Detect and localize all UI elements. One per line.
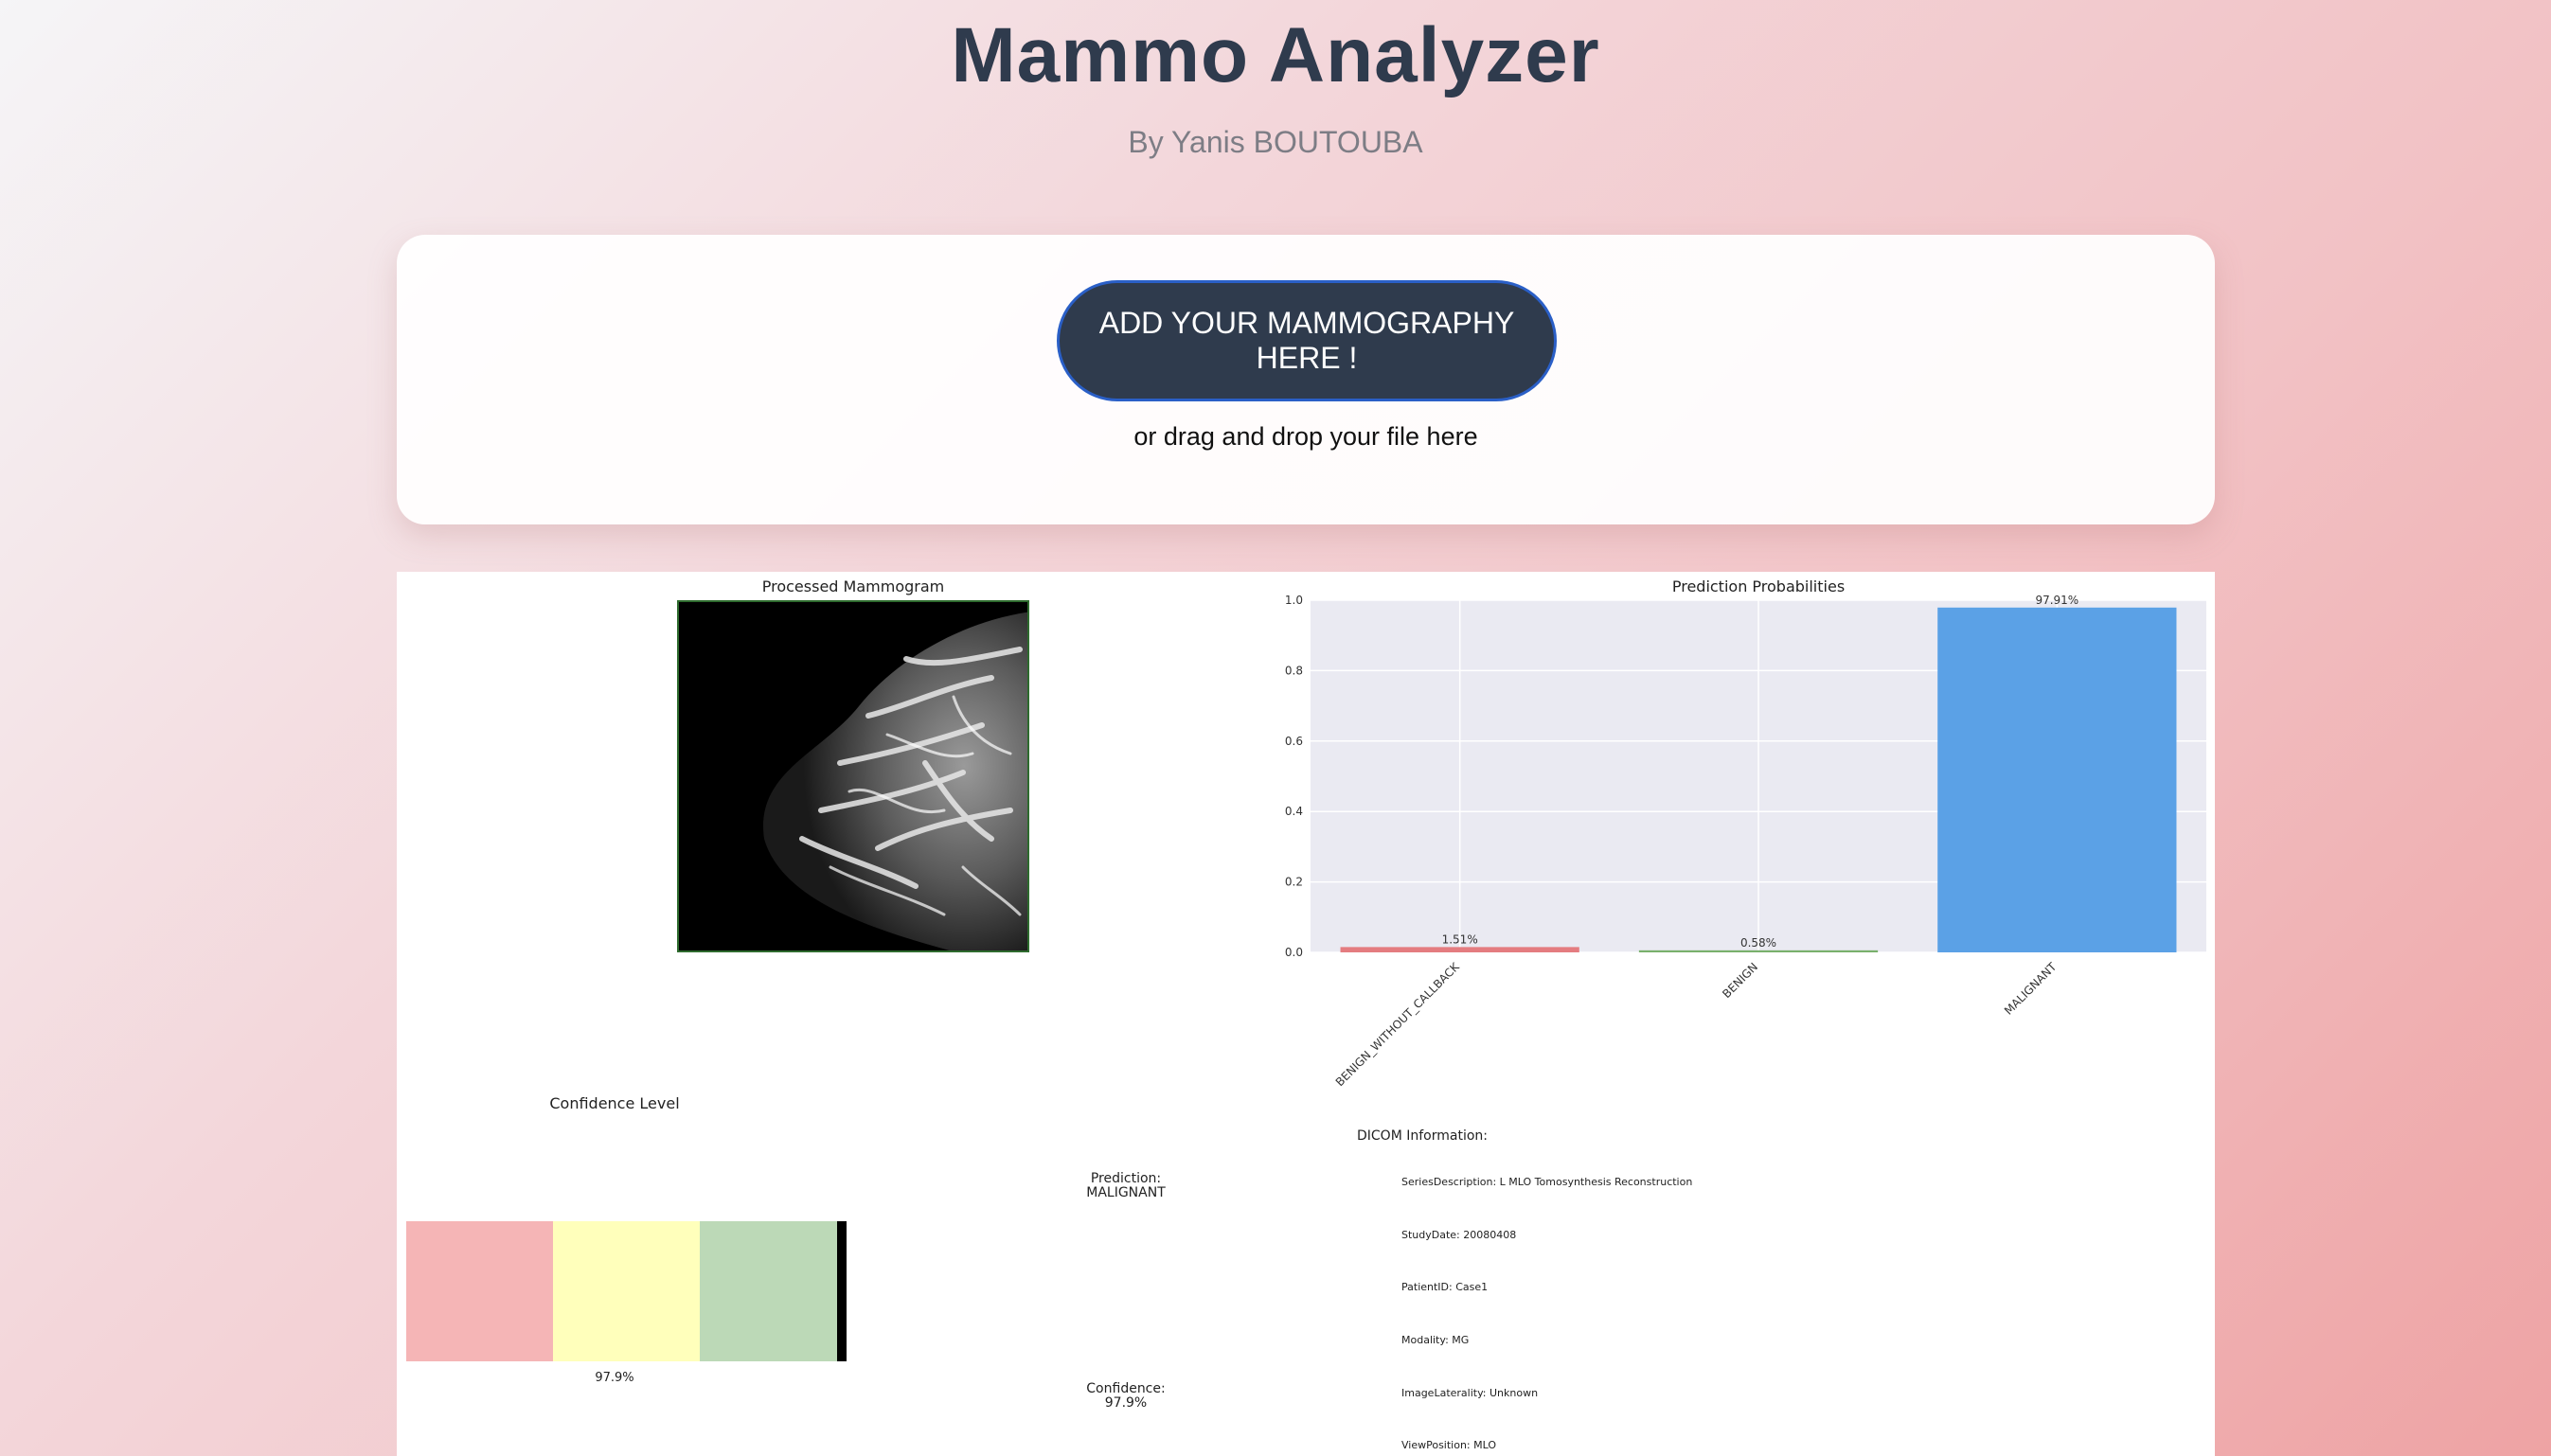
bar	[1340, 947, 1579, 952]
gauge-value-label: 97.9%	[595, 1371, 634, 1385]
y-tick-label: 0.2	[1285, 876, 1303, 889]
confidence-title: Confidence Level	[549, 1094, 680, 1112]
prediction-block: Prediction: MALIGNANT	[1041, 1172, 1211, 1200]
gauge-zone-medium	[553, 1221, 700, 1361]
gauge-marker	[837, 1221, 847, 1361]
confidence-label: Confidence:	[1086, 1381, 1166, 1396]
prediction-label: Prediction:	[1090, 1171, 1162, 1186]
confidence-value: 97.9%	[1104, 1395, 1148, 1411]
dicom-line: StudyDate: 20080408	[1401, 1229, 1517, 1241]
confidence-block: Confidence: 97.9%	[1041, 1382, 1211, 1411]
bar-data-label: 0.58%	[1740, 936, 1776, 950]
bar	[1937, 607, 2177, 952]
y-tick-label: 0.0	[1285, 946, 1303, 959]
bar	[1638, 950, 1879, 952]
dicom-line: ViewPosition: MLO	[1401, 1439, 1497, 1451]
bar-data-label: 97.91%	[2035, 594, 2078, 607]
dicom-line: SeriesDescription: L MLO Tomosynthesis R…	[1401, 1176, 1693, 1188]
app-subtitle: By Yanis BOUTOUBA	[1128, 125, 1423, 159]
bar-data-label: 1.51%	[1442, 932, 1478, 946]
x-tick-label: BENIGN_WITHOUT_CALLBACK	[1333, 959, 1463, 1089]
dicom-title: DICOM Information:	[1357, 1128, 1488, 1144]
y-tick-label: 0.4	[1285, 805, 1303, 818]
prediction-value: MALIGNANT	[1086, 1185, 1166, 1200]
confidence-gauge	[406, 1221, 847, 1361]
results-panel: Processed Mammogram Prediction Probabili…	[397, 572, 2215, 1456]
y-tick-label: 1.0	[1285, 594, 1303, 607]
upload-card[interactable]: ADD YOUR MAMMOGRAPHY HERE ! or drag and …	[397, 235, 2215, 524]
add-mammography-button[interactable]: ADD YOUR MAMMOGRAPHY HERE !	[1057, 280, 1557, 401]
gauge-zone-low	[406, 1221, 553, 1361]
dicom-line: PatientID: Case1	[1401, 1281, 1489, 1293]
x-tick-label: MALIGNANT	[2002, 960, 2060, 1018]
y-tick-label: 0.6	[1285, 735, 1303, 748]
dicom-line: ImageLaterality: Unknown	[1401, 1387, 1539, 1399]
y-tick-label: 0.8	[1285, 664, 1303, 677]
gauge-zone-high	[700, 1221, 847, 1361]
app-title: Mammo Analyzer	[951, 12, 1600, 98]
drop-hint: or drag and drop your file here	[1133, 422, 1478, 451]
dicom-line: Modality: MG	[1401, 1334, 1470, 1346]
x-tick-label: BENIGN	[1720, 960, 1760, 1001]
